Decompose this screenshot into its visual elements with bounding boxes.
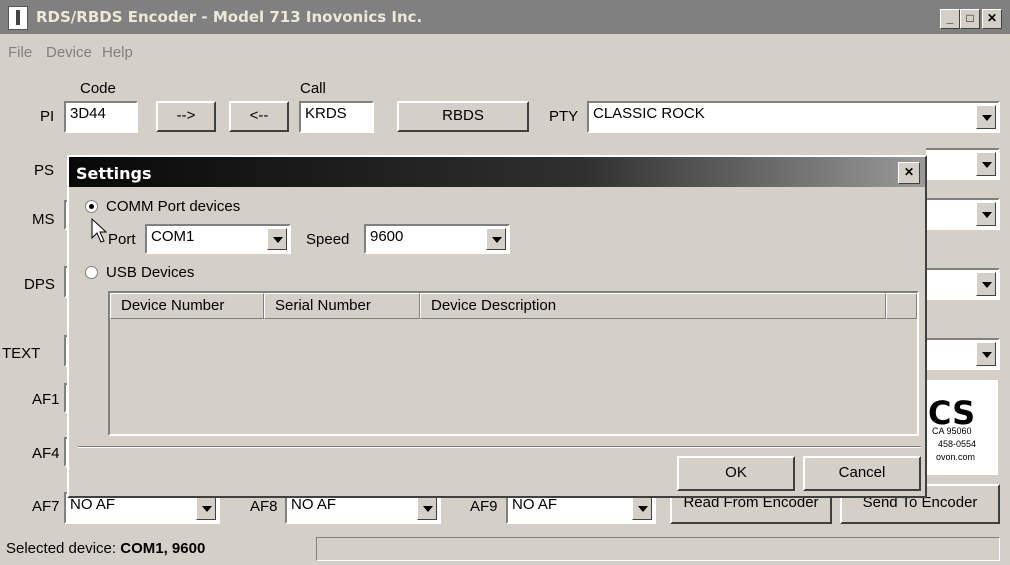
comm-radio-label[interactable]: COMM Port devices xyxy=(106,198,240,215)
chevron-down-icon[interactable] xyxy=(417,496,437,520)
cancel-button[interactable]: Cancel xyxy=(803,456,921,491)
ps-label: PS xyxy=(34,162,55,179)
af9-label: AF9 xyxy=(470,498,498,515)
arrow-left-button[interactable]: <-- xyxy=(229,101,289,132)
column-device-description[interactable]: Device Description xyxy=(420,293,886,319)
logo-line3: ovon.com xyxy=(936,452,976,462)
status-panel xyxy=(316,537,1000,561)
af4-label: AF4 xyxy=(32,445,60,462)
chevron-down-icon[interactable] xyxy=(632,496,652,520)
pty-select[interactable]: CLASSIC ROCK xyxy=(587,101,1000,133)
app-icon[interactable] xyxy=(8,6,28,30)
mouse-pointer-icon xyxy=(91,218,107,243)
menu-device[interactable]: Device xyxy=(46,44,92,61)
pty-value: CLASSIC ROCK xyxy=(593,105,705,122)
logo-line1: CA 95060 xyxy=(932,426,972,436)
arrow-right-button[interactable]: --> xyxy=(156,101,216,132)
chevron-down-icon[interactable] xyxy=(976,272,996,296)
dialog-divider xyxy=(78,446,921,448)
ms-select-right[interactable] xyxy=(926,198,1000,230)
chevron-down-icon[interactable] xyxy=(976,152,996,176)
ms-label: MS xyxy=(32,211,55,228)
menu-help[interactable]: Help xyxy=(102,44,133,61)
column-filler xyxy=(886,293,917,319)
af9-value: NO AF xyxy=(512,496,558,513)
chevron-down-icon[interactable] xyxy=(976,202,996,226)
af1-label: AF1 xyxy=(32,391,60,408)
comm-radio[interactable] xyxy=(85,200,98,213)
chevron-down-icon[interactable] xyxy=(196,496,216,520)
speed-value: 9600 xyxy=(370,228,404,245)
code-label: Code xyxy=(80,80,116,97)
close-button[interactable]: ✕ xyxy=(982,9,1002,29)
menu-file[interactable]: File xyxy=(8,44,32,61)
chevron-down-icon[interactable] xyxy=(976,342,996,366)
text-label: TEXT xyxy=(2,345,41,362)
pi-label: PI xyxy=(40,108,55,125)
radio-dot-icon xyxy=(89,204,94,209)
status-prefix: Selected device: xyxy=(6,540,121,557)
text-select-right[interactable] xyxy=(926,338,1000,370)
speed-select[interactable]: 9600 xyxy=(364,224,510,254)
dps-select-right[interactable] xyxy=(926,268,1000,300)
dialog-title: Settings xyxy=(76,164,152,183)
window-title: RDS/RBDS Encoder - Model 713 Inovonics I… xyxy=(36,8,423,26)
dialog-close-button[interactable]: ✕ xyxy=(898,162,920,184)
status-device: COM1, 9600 xyxy=(120,540,206,557)
call-label: Call xyxy=(300,80,326,97)
ps-select-right[interactable] xyxy=(926,148,1000,180)
maximize-button[interactable]: □ xyxy=(960,9,980,29)
af8-label: AF8 xyxy=(250,498,278,515)
dps-label: DPS xyxy=(24,276,55,293)
usb-radio-label[interactable]: USB Devices xyxy=(106,264,194,281)
af8-value: NO AF xyxy=(291,496,337,513)
af7-value: NO AF xyxy=(70,496,116,513)
chevron-down-icon[interactable] xyxy=(976,105,996,129)
speed-label: Speed xyxy=(306,231,350,248)
port-select[interactable]: COM1 xyxy=(145,224,291,254)
pi-code-input[interactable]: 3D44 xyxy=(64,101,138,133)
usb-radio[interactable] xyxy=(85,266,98,279)
af7-label: AF7 xyxy=(32,498,60,515)
logo-line2: 458-0554 xyxy=(938,439,977,449)
column-serial-number[interactable]: Serial Number xyxy=(264,293,420,319)
chevron-down-icon[interactable] xyxy=(486,228,506,250)
pty-label: PTY xyxy=(549,108,579,125)
port-label: Port xyxy=(108,231,136,248)
status-text: Selected device: COM1, 9600 xyxy=(6,540,205,557)
port-value: COM1 xyxy=(151,228,195,245)
column-device-number[interactable]: Device Number xyxy=(110,293,264,319)
rbds-button[interactable]: RBDS xyxy=(397,101,529,132)
minimize-button[interactable]: _ xyxy=(940,9,960,29)
ok-button[interactable]: OK xyxy=(677,456,795,491)
chevron-down-icon[interactable] xyxy=(267,228,287,250)
dialog-title-bar xyxy=(69,157,925,187)
call-input[interactable]: KRDS xyxy=(299,101,374,133)
